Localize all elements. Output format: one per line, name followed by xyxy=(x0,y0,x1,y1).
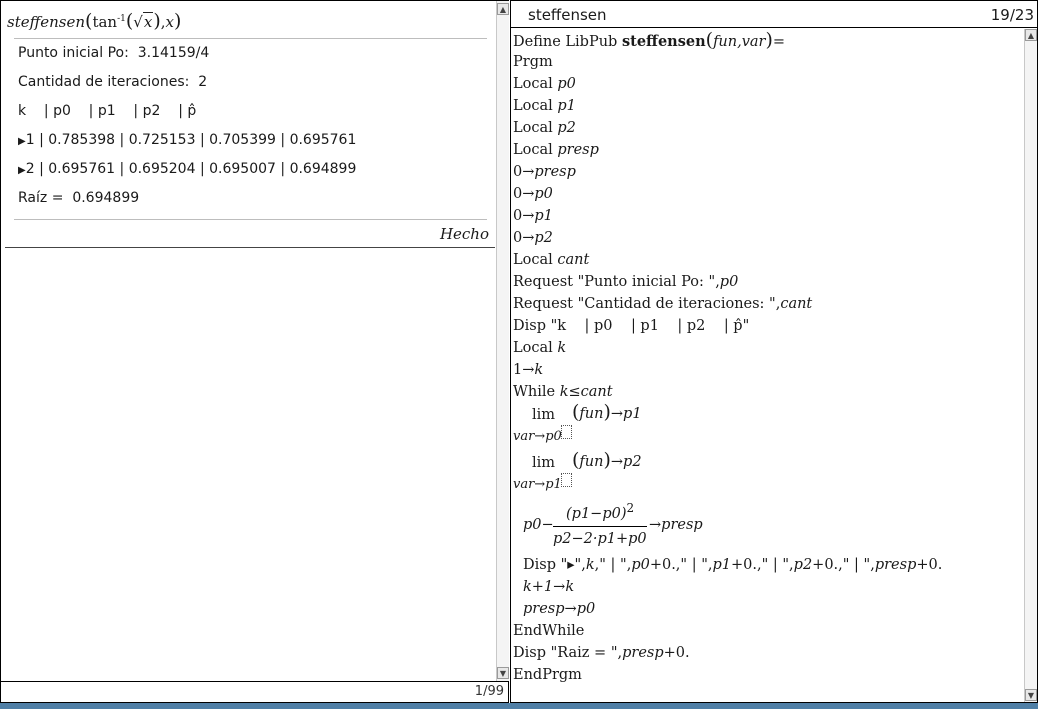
output-row-2: ▶2 | 0.695761 | 0.695204 | 0.695007 | 0.… xyxy=(18,161,357,177)
code-line-request[interactable]: Request "Punto inicial Po: ",p0 xyxy=(513,271,738,293)
code-line-disp[interactable]: Disp "Raiz = ",presp+0. xyxy=(513,642,690,664)
output-prompt-iterations: Cantidad de iteraciones: 2 xyxy=(18,74,208,90)
editor-scrollbar[interactable]: ▲ ▼ xyxy=(1024,29,1037,702)
fraction-denominator: p2−2·p1+p0 xyxy=(553,531,647,547)
sqrt-icon: √ xyxy=(133,13,143,31)
entry-sqrt-arg: x xyxy=(142,12,154,31)
code-line-endwhile[interactable]: EndWhile xyxy=(513,620,584,642)
arrow-right-icon: → xyxy=(522,164,535,180)
placeholder-box xyxy=(561,473,572,489)
code-line-assign[interactable]: presp→p0 xyxy=(523,598,595,620)
arrow-right-icon: → xyxy=(522,208,535,224)
result-done-label: Hecho xyxy=(439,225,489,243)
code-line-local[interactable]: Local k xyxy=(513,337,566,359)
code-line-assign[interactable]: 1→k xyxy=(513,359,543,381)
code-line-assign[interactable]: 0→p2 xyxy=(513,227,553,249)
arrow-right-icon: → xyxy=(522,230,535,246)
code-line-assign[interactable]: 0→p1 xyxy=(513,205,553,227)
code-line-local[interactable]: Local p2 xyxy=(513,117,576,139)
editor-header: steffensen 19/23 xyxy=(511,1,1037,28)
calculator-history[interactable]: steffensen(tan-1(√x),x) Punto inicial Po… xyxy=(1,1,497,681)
entry-separator xyxy=(14,38,487,39)
code-line-local[interactable]: Local p0 xyxy=(513,73,576,95)
calculator-pane[interactable]: steffensen(tan-1(√x),x) Punto inicial Po… xyxy=(0,0,509,703)
triangle-right-icon: ▶ xyxy=(18,136,26,147)
output-table-header: k | p0 | p1 | p2 | p̂ xyxy=(18,103,197,119)
code-line-endprgm[interactable]: EndPrgm xyxy=(513,664,582,686)
code-line-define[interactable]: Define LibPub steffensen(fun,var)= xyxy=(513,29,785,51)
scroll-down-icon[interactable]: ▼ xyxy=(1025,689,1037,701)
entry-arg-superscript: -1 xyxy=(117,14,126,24)
code-line-local[interactable]: Local cant xyxy=(513,249,589,271)
code-line-limit[interactable]: lim (fun)→p2 var→p1 xyxy=(511,449,1021,495)
output-prompt-initial: Punto inicial Po: 3.14159/4 xyxy=(18,45,210,61)
line-counter: 19/23 xyxy=(990,6,1034,24)
code-line-local[interactable]: Local p1 xyxy=(513,95,576,117)
scroll-up-icon[interactable]: ▲ xyxy=(497,3,509,15)
bottom-status-band xyxy=(0,703,1038,709)
scroll-up-icon[interactable]: ▲ xyxy=(1025,29,1037,41)
code-line-fraction[interactable]: p0− (p1−p0)2 p2−2·p1+p0 →presp xyxy=(511,501,1021,555)
output-row-1: ▶1 | 0.785398 | 0.725153 | 0.705399 | 0.… xyxy=(18,132,357,148)
code-line-while[interactable]: While k≤cant xyxy=(513,381,613,403)
program-code-area[interactable]: Define LibPub steffensen(fun,var)= Prgm … xyxy=(511,29,1023,703)
placeholder-box xyxy=(561,425,572,441)
calculator-statusbar: 1/99 xyxy=(1,681,508,702)
fraction-numerator: (p1−p0)2 xyxy=(566,501,635,522)
fraction-bar xyxy=(553,526,647,527)
scroll-down-icon[interactable]: ▼ xyxy=(497,667,509,679)
code-line-assign[interactable]: 0→p0 xyxy=(513,183,553,205)
output-separator xyxy=(14,219,487,220)
entry-arg-function: tan xyxy=(92,13,118,31)
arrow-right-icon: → xyxy=(553,579,566,595)
output-root: Raíz = 0.694899 xyxy=(18,190,140,206)
arrow-right-icon: → xyxy=(522,362,535,378)
code-line-assign[interactable]: 0→presp xyxy=(513,161,576,183)
code-line-local[interactable]: Local presp xyxy=(513,139,599,161)
program-editor-pane[interactable]: steffensen 19/23 Define LibPub steffense… xyxy=(510,0,1038,703)
triangle-right-icon: ▶ xyxy=(18,165,26,176)
code-line-disp[interactable]: Disp "k | p0 | p1 | p2 | p̂" xyxy=(513,315,749,337)
entry-divider xyxy=(5,247,495,248)
code-line-limit[interactable]: lim (fun)→p1 var→p0 xyxy=(511,401,1021,447)
calculator-scrollbar[interactable]: ▲ ▼ xyxy=(496,1,509,681)
code-line-assign[interactable]: k+1→k xyxy=(523,576,574,598)
arrow-right-icon: → xyxy=(649,517,662,533)
arrow-right-icon: → xyxy=(610,454,624,470)
arrow-right-icon: → xyxy=(522,186,535,202)
code-line-request[interactable]: Request "Cantidad de iteraciones: ",cant xyxy=(513,293,812,315)
arrow-right-icon: → xyxy=(564,601,577,617)
calculator-entry-input[interactable]: steffensen(tan-1(√x),x) xyxy=(7,8,181,31)
program-name: steffensen xyxy=(528,6,607,24)
code-line-disp[interactable]: Disp "▸",k," | ",p0+0.," | ",p1+0.," | "… xyxy=(523,554,942,576)
entry-function-name: steffensen xyxy=(7,13,86,31)
code-line-prgm[interactable]: Prgm xyxy=(513,51,553,73)
history-count: 1/99 xyxy=(474,684,504,699)
arrow-right-icon: → xyxy=(610,406,624,422)
entry-var: x xyxy=(165,13,174,31)
